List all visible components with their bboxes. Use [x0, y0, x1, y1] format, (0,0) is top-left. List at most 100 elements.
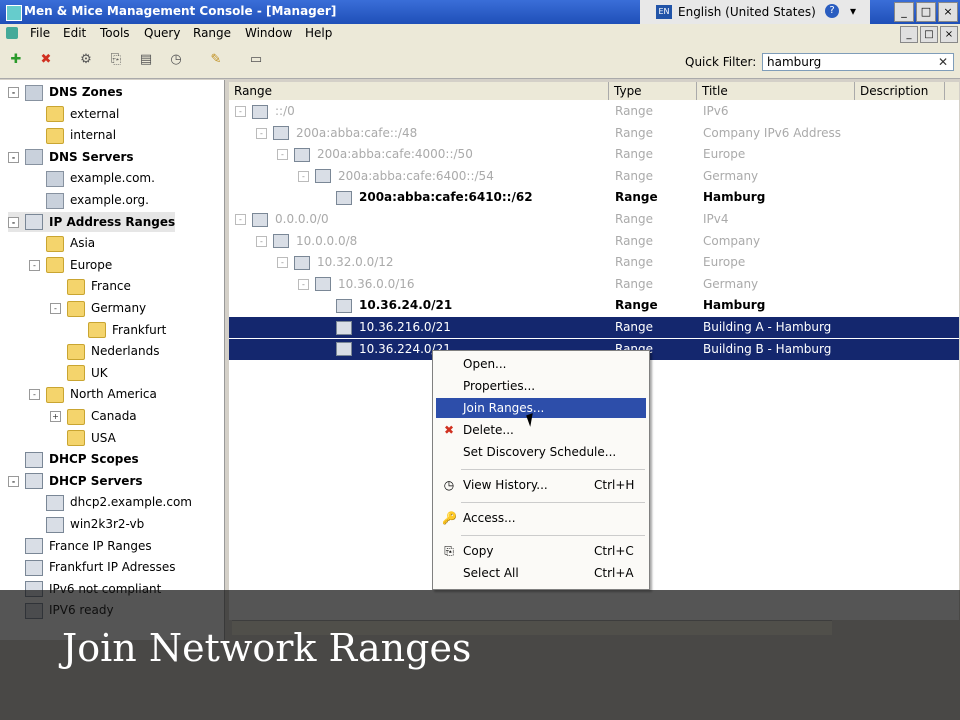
- menu-file[interactable]: File: [30, 26, 50, 40]
- table-row[interactable]: -::/0 Range IPv6: [229, 101, 959, 122]
- tree-node[interactable]: external: [29, 104, 119, 124]
- tree-node[interactable]: - North America: [29, 384, 157, 404]
- tree-node[interactable]: France: [50, 276, 131, 296]
- expander-icon[interactable]: -: [235, 106, 246, 117]
- document-icon[interactable]: [6, 27, 18, 39]
- table-row[interactable]: - 10.36.0.0/16 Range Germany: [229, 274, 959, 295]
- tree-node[interactable]: - DNS Servers: [8, 147, 134, 167]
- table-row[interactable]: 10.36.24.0/21 Range Hamburg: [229, 295, 959, 316]
- menu-edit[interactable]: Edit: [63, 26, 86, 40]
- table-row[interactable]: - 200a:abba:cafe:6400::/54 Range Germany: [229, 166, 959, 187]
- menu-item-label: Delete...: [463, 423, 514, 437]
- tree-node[interactable]: - IP Address Ranges: [8, 211, 176, 232]
- menu-tools[interactable]: Tools: [100, 26, 130, 40]
- properties-icon[interactable]: ⚙: [78, 52, 94, 68]
- expander-icon[interactable]: -: [29, 389, 40, 401]
- table-row[interactable]: 200a:abba:cafe:6410::/62 Range Hamburg: [229, 187, 959, 208]
- column-type[interactable]: Type: [609, 82, 697, 100]
- context-menu-item[interactable]: ◷ View History... Ctrl+H: [436, 475, 646, 495]
- expander-icon[interactable]: -: [50, 303, 61, 314]
- expander-icon[interactable]: -: [8, 87, 19, 98]
- tree-node-label: USA: [91, 430, 116, 445]
- tree-node[interactable]: Asia: [29, 233, 95, 253]
- expander-icon[interactable]: -: [8, 475, 19, 487]
- expander-icon[interactable]: +: [50, 411, 61, 422]
- table-row[interactable]: - 0.0.0.0/0 Range IPv4: [229, 209, 959, 230]
- tree-node[interactable]: - Germany: [50, 298, 146, 318]
- view-icon[interactable]: ▭: [248, 52, 264, 68]
- access-icon[interactable]: ✎: [208, 52, 224, 68]
- tree-node[interactable]: UK: [50, 363, 108, 383]
- tree-node[interactable]: Frankfurt: [71, 320, 166, 340]
- expander-icon[interactable]: -: [277, 257, 288, 269]
- column-range[interactable]: Range: [229, 82, 609, 100]
- context-menu-item[interactable]: Open...: [436, 354, 646, 374]
- help-icon[interactable]: ?: [825, 4, 839, 18]
- maximize-button[interactable]: □: [916, 2, 936, 22]
- table-row[interactable]: 10.36.216.0/21 Range Building A - Hamburg: [229, 317, 959, 338]
- paste-icon[interactable]: ▤: [138, 52, 154, 68]
- options-icon[interactable]: ▾: [850, 4, 856, 18]
- add-icon[interactable]: ✚: [8, 52, 24, 68]
- tree-node[interactable]: USA: [50, 428, 116, 448]
- folder-icon: [67, 278, 85, 295]
- tree-node[interactable]: win2k3r2-vb: [29, 514, 144, 534]
- expander-icon[interactable]: -: [298, 278, 309, 290]
- context-menu-item[interactable]: ⎘ Copy Ctrl+C: [436, 541, 646, 561]
- menu-help[interactable]: Help: [305, 26, 332, 40]
- expander-icon[interactable]: -: [29, 259, 40, 271]
- expander-icon[interactable]: -: [235, 214, 246, 225]
- folder-icon: [46, 106, 64, 123]
- tree-node[interactable]: dhcp2.example.com: [29, 492, 192, 512]
- delete-icon[interactable]: ✖: [38, 52, 54, 68]
- table-row[interactable]: - 10.0.0.0/8 Range Company: [229, 231, 959, 252]
- context-menu-item[interactable]: 🔑 Access...: [436, 508, 646, 528]
- table-row[interactable]: - 200a:abba:cafe::/48 Range Company IPv6 Ad…: [229, 123, 959, 144]
- tree-node[interactable]: internal: [29, 125, 116, 145]
- doc-close-button[interactable]: ×: [940, 26, 958, 43]
- tree-node-label: example.com.: [70, 171, 155, 186]
- context-menu-item[interactable]: Properties...: [436, 376, 646, 396]
- tree-node[interactable]: - Europe: [29, 255, 112, 275]
- context-menu-item[interactable]: Join Ranges...: [436, 398, 646, 418]
- tree-node[interactable]: - DNS Zones: [8, 82, 123, 102]
- server-icon: [46, 192, 64, 209]
- language-bar[interactable]: EN English (United States) ? ▾: [640, 0, 870, 24]
- history-icon[interactable]: ◷: [168, 52, 184, 68]
- menu-window[interactable]: Window: [245, 26, 292, 40]
- tree-node[interactable]: example.org.: [29, 190, 149, 210]
- tree-node[interactable]: Frankfurt IP Adresses: [8, 557, 176, 577]
- tree-node-label: win2k3r2-vb: [70, 517, 145, 531]
- tree-node[interactable]: + Canada: [50, 406, 137, 426]
- menu-query[interactable]: Query: [144, 26, 180, 40]
- type-cell: Range: [615, 190, 658, 205]
- column-description[interactable]: Description: [855, 82, 945, 100]
- context-menu-item[interactable]: Select All Ctrl+A: [436, 563, 646, 583]
- quick-filter-input[interactable]: [762, 53, 954, 71]
- tree-node[interactable]: Nederlands: [50, 341, 159, 361]
- expander-icon[interactable]: -: [277, 149, 288, 161]
- expander-icon[interactable]: -: [8, 216, 19, 228]
- expander-icon[interactable]: -: [256, 127, 267, 139]
- context-menu-item[interactable]: ✖ Delete...: [436, 420, 646, 440]
- range-icon: [336, 298, 352, 313]
- column-title[interactable]: Title: [697, 82, 855, 100]
- tree-node[interactable]: France IP Ranges: [8, 536, 152, 556]
- menu-range[interactable]: Range: [193, 26, 231, 40]
- table-row[interactable]: - 200a:abba:cafe:4000::/50 Range Europe: [229, 144, 959, 165]
- context-menu-item[interactable]: Set Discovery Schedule...: [436, 442, 646, 462]
- copy-icon[interactable]: ⎘: [108, 52, 124, 68]
- clear-filter-icon[interactable]: ✕: [938, 55, 948, 69]
- doc-minimize-button[interactable]: _: [900, 26, 918, 43]
- tree-node-label: dhcp2.example.com: [70, 495, 192, 510]
- expander-icon[interactable]: -: [256, 235, 267, 247]
- expander-icon[interactable]: -: [8, 151, 19, 163]
- minimize-button[interactable]: _: [894, 2, 914, 22]
- tree-node[interactable]: example.com.: [29, 168, 155, 188]
- expander-icon[interactable]: -: [298, 170, 309, 182]
- close-button[interactable]: ×: [938, 2, 958, 22]
- table-row[interactable]: - 10.32.0.0/12 Range Europe: [229, 252, 959, 273]
- doc-restore-button[interactable]: □: [920, 26, 938, 43]
- tree-node[interactable]: - DHCP Servers: [8, 471, 143, 491]
- tree-node[interactable]: DHCP Scopes: [8, 449, 139, 469]
